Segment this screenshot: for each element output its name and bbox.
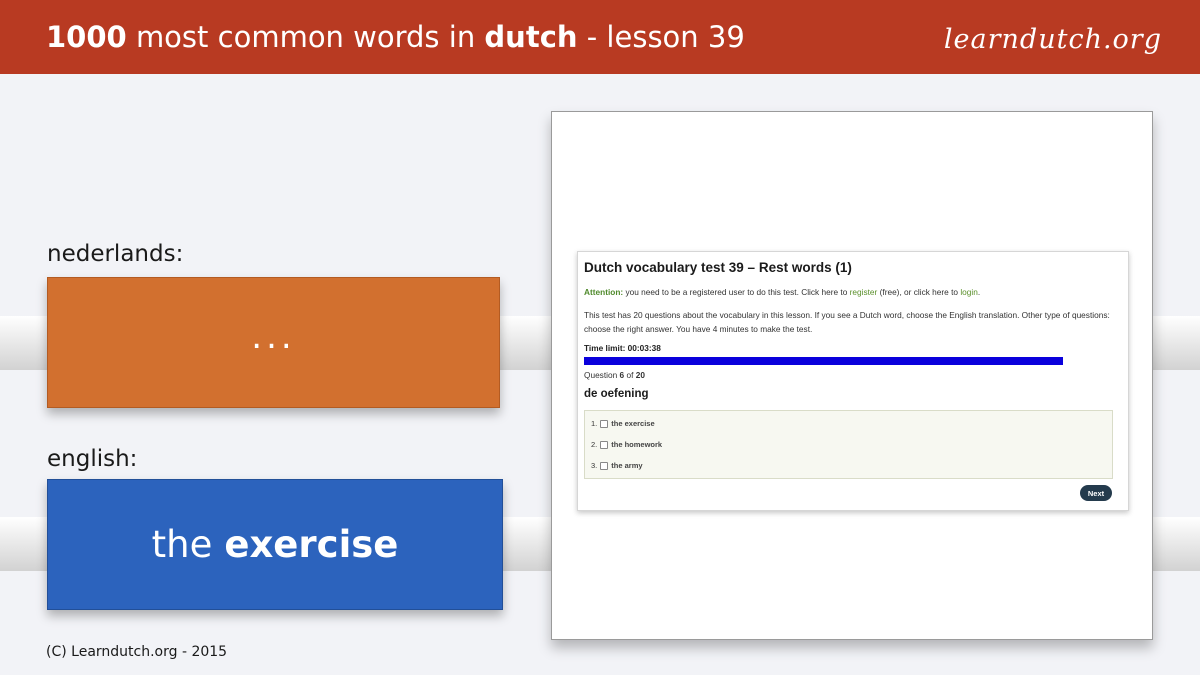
title-middle: most common words in	[135, 20, 476, 54]
decorative-bar-right-top	[1153, 316, 1200, 370]
website-screenshot: Dutch vocabulary test 39 – Rest words (1…	[551, 111, 1153, 640]
answer-option[interactable]: 2. the homework	[591, 440, 662, 449]
dutch-label: nederlands:	[47, 241, 184, 267]
title-language: dutch	[484, 20, 578, 54]
question-of: of	[626, 370, 634, 380]
progress-bar	[584, 357, 1063, 365]
decorative-bar-right-bottom	[1153, 517, 1200, 571]
attention-text-1: you need to be a registered user to do t…	[625, 287, 848, 297]
answer-checkbox[interactable]	[600, 461, 609, 470]
answer-option[interactable]: 1. the exercise	[591, 419, 655, 428]
answer-number: 3.	[591, 461, 598, 470]
next-button[interactable]: Next	[1080, 485, 1112, 501]
answer-list: 1. the exercise 2. the homework 3. the a…	[584, 410, 1113, 479]
attention-text-3: .	[977, 287, 981, 297]
test-info: This test has 20 questions about the voc…	[584, 310, 1110, 334]
time-limit: Time limit: 00:03:38	[584, 343, 661, 353]
quiz-panel: Dutch vocabulary test 39 – Rest words (1…	[577, 251, 1129, 511]
decorative-bar-left-bottom	[0, 517, 47, 571]
decorative-bar-mid-bottom	[503, 517, 551, 571]
brand-logo: learndutch.org	[943, 24, 1162, 55]
copyright: (C) Learndutch.org - 2015	[46, 644, 228, 660]
answer-number: 1.	[591, 419, 598, 428]
answer-checkbox[interactable]	[600, 440, 609, 449]
english-word-card: the exercise	[47, 479, 503, 610]
dutch-word-card: ...	[47, 277, 500, 408]
title-count: 1000	[46, 20, 127, 54]
quiz-title: Dutch vocabulary test 39 – Rest words (1…	[584, 260, 852, 275]
answer-checkbox[interactable]	[600, 419, 609, 428]
question-prefix: Question	[584, 370, 618, 380]
question-current: 6	[619, 370, 625, 380]
answer-option[interactable]: 3. the army	[591, 461, 643, 470]
header-banner: 1000 most common words in dutch - lesson…	[0, 0, 1200, 74]
answer-text: the army	[611, 461, 643, 470]
answer-text: the homework	[611, 440, 663, 449]
english-label: english:	[47, 446, 138, 472]
question-word: de oefening	[584, 388, 649, 400]
attention-label: Attention:	[584, 287, 624, 297]
question-total: 20	[635, 370, 645, 380]
progress-fill	[584, 357, 1063, 365]
lesson-title: 1000 most common words in dutch - lesson…	[46, 17, 745, 57]
answer-text: the exercise	[611, 419, 655, 428]
attention-notice: Attention: you need to be a registered u…	[584, 287, 980, 297]
question-counter: Question 6 of 20	[584, 370, 645, 380]
dutch-word: ...	[251, 316, 296, 357]
decorative-bar-mid-top	[500, 316, 551, 370]
answer-number: 2.	[591, 440, 598, 449]
register-link[interactable]: register	[850, 287, 878, 297]
english-article: the	[151, 523, 213, 566]
attention-text-2: (free), or click here to	[879, 287, 959, 297]
login-link[interactable]: login	[960, 287, 978, 297]
english-word: exercise	[224, 523, 399, 566]
title-lesson: - lesson 39	[586, 20, 745, 54]
decorative-bar-left-top	[0, 316, 47, 370]
